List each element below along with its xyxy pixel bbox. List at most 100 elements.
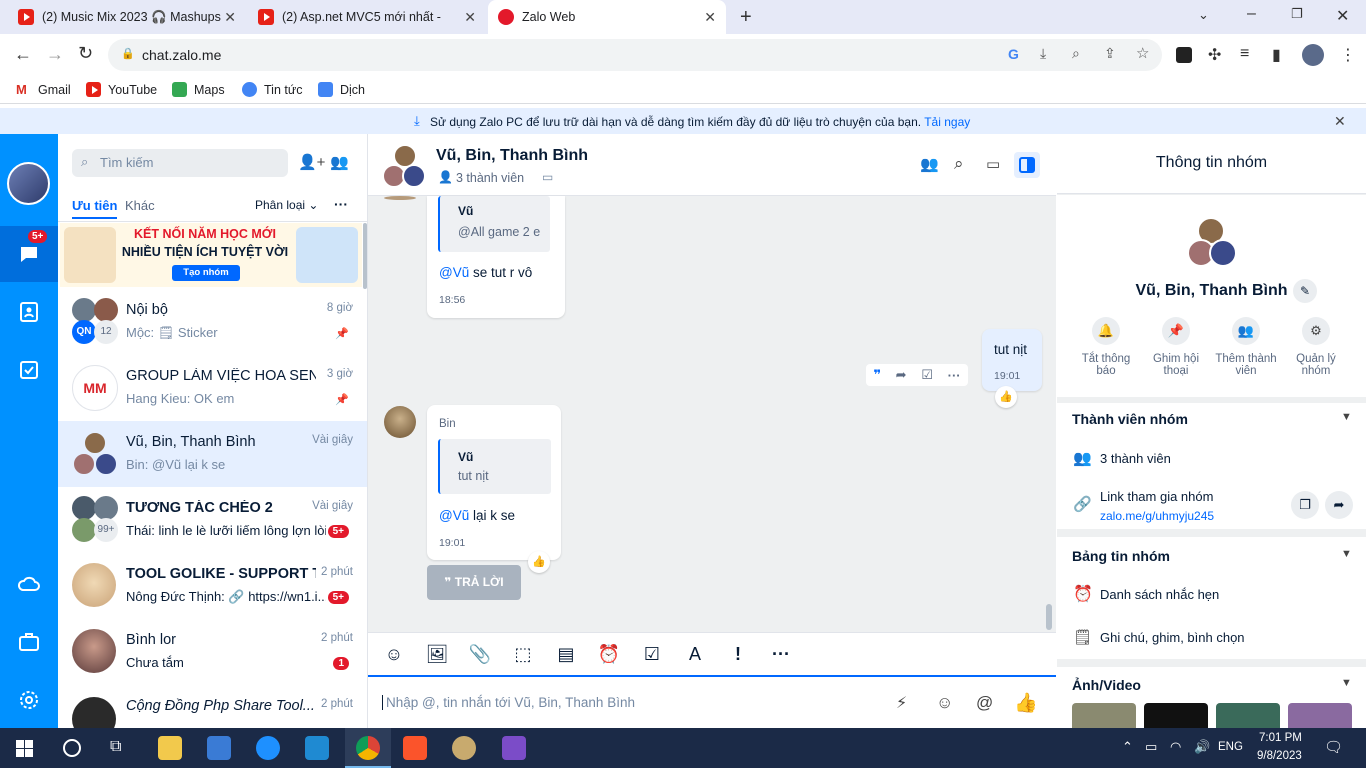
- conversation-item[interactable]: Bình lor Chưa tắm 2 phút 1: [58, 619, 367, 685]
- search-input[interactable]: ⌕ Tìm kiếm: [72, 149, 288, 177]
- chevron-up-icon[interactable]: ⌃: [1122, 739, 1133, 755]
- tab-other[interactable]: Khác: [125, 198, 155, 213]
- clock-time[interactable]: 7:01 PM: [1259, 732, 1302, 744]
- minimize-icon[interactable]: –: [1247, 5, 1256, 23]
- board-item[interactable]: Danh sách nhắc hẹn: [1100, 587, 1219, 602]
- conversation-item[interactable]: Cộng Đồng Php Share Tool... 2 phút: [58, 685, 367, 728]
- sticker-icon[interactable]: ☺: [382, 644, 406, 668]
- contact-card-icon[interactable]: ▤: [554, 644, 578, 668]
- action-pin[interactable]: 📌 Ghim hội thoại: [1145, 317, 1207, 377]
- screenshot-icon[interactable]: ⬚: [511, 644, 535, 668]
- nav-messages[interactable]: 5+: [0, 226, 58, 282]
- more-icon[interactable]: ···: [948, 368, 961, 383]
- bookmark-maps[interactable]: Maps: [172, 82, 225, 97]
- members-title[interactable]: Thành viên nhóm: [1072, 411, 1188, 427]
- classify-dropdown[interactable]: Phân loại ⌄: [255, 198, 318, 212]
- nav-tools[interactable]: [0, 614, 58, 670]
- browser-tab-zalo[interactable]: Zalo Web ✕: [488, 0, 726, 34]
- address-bar[interactable]: 🔒 chat.zalo.me G ⤓ ⌕ ⇪ ☆: [108, 39, 1162, 71]
- board-item[interactable]: Ghi chú, ghim, bình chọn: [1100, 630, 1245, 645]
- action-add-member[interactable]: 👥 Thêm thành viên: [1215, 317, 1277, 377]
- action-mute[interactable]: 🔔 Tắt thông báo: [1075, 317, 1137, 377]
- search-icon[interactable]: ⌕: [954, 154, 964, 174]
- close-banner-icon[interactable]: ✕: [1334, 113, 1346, 130]
- bookmark-news[interactable]: Tin tức: [242, 82, 302, 97]
- wifi-icon[interactable]: ◠: [1170, 739, 1181, 755]
- vscode-icon[interactable]: [305, 736, 329, 760]
- league-icon[interactable]: [452, 736, 476, 760]
- message-bubble[interactable]: Bin Vũ tut nịt @Vũ lại k se 19:01: [427, 405, 561, 560]
- nav-contacts[interactable]: [0, 284, 58, 340]
- media-thumbnail[interactable]: [1288, 703, 1352, 728]
- board-title[interactable]: Bảng tin nhóm: [1072, 548, 1170, 564]
- task-icon[interactable]: ☑: [640, 644, 664, 668]
- message-input[interactable]: Nhập @, tin nhắn tới Vũ, Bin, Thanh Bình…: [368, 677, 1056, 728]
- urgent-icon[interactable]: !: [726, 644, 750, 668]
- nav-settings[interactable]: [0, 672, 58, 728]
- quoted-message[interactable]: Vũ @All game 2 e: [438, 196, 550, 252]
- edit-icon[interactable]: ✎: [1293, 279, 1317, 303]
- conversation-item-selected[interactable]: Vũ, Bin, Thanh Bình Bin: @Vũ lại k se Và…: [58, 421, 367, 487]
- chat-title[interactable]: Vũ, Bin, Thanh Bình: [436, 147, 588, 165]
- download-link[interactable]: Tải ngay: [924, 115, 970, 129]
- nav-cloud[interactable]: [0, 556, 58, 612]
- reload-icon[interactable]: ↻: [78, 43, 93, 64]
- volume-icon[interactable]: 🔊: [1194, 739, 1210, 755]
- store-icon[interactable]: [207, 736, 231, 760]
- media-thumbnail[interactable]: [1216, 703, 1280, 728]
- clock-date[interactable]: 9/8/2023: [1257, 750, 1302, 762]
- profile-avatar[interactable]: [1302, 44, 1324, 66]
- tab-priority[interactable]: Ưu tiên: [72, 198, 118, 219]
- file-explorer-icon[interactable]: [158, 736, 182, 760]
- more-icon[interactable]: ···: [334, 196, 348, 212]
- install-icon[interactable]: ⤓: [1040, 45, 1046, 62]
- caret-down-icon[interactable]: ▼: [1341, 548, 1352, 560]
- create-group-button[interactable]: Tạo nhóm: [172, 265, 240, 281]
- chrome-taskbar-button[interactable]: [345, 728, 391, 768]
- restore-icon[interactable]: ❐: [1291, 6, 1303, 22]
- reply-button[interactable]: ❞ TRẢ LỜI: [427, 565, 521, 600]
- google-icon[interactable]: G: [1008, 46, 1019, 62]
- quoted-message[interactable]: Vũ tut nịt: [438, 439, 551, 494]
- language-indicator[interactable]: ENG: [1218, 741, 1243, 753]
- zoom-icon[interactable]: ⌕: [1072, 45, 1080, 62]
- scrollbar[interactable]: [363, 223, 367, 289]
- browser-tab-music[interactable]: (2) Music Mix 2023 🎧 Mashups ✕: [8, 0, 246, 34]
- quick-message-icon[interactable]: ⚡: [896, 693, 907, 713]
- bookmark-translate[interactable]: Dịch: [318, 82, 365, 97]
- members-count[interactable]: 3 thành viên: [1100, 451, 1171, 466]
- action-manage[interactable]: ⚙ Quản lý nhóm: [1285, 317, 1347, 377]
- nav-todo[interactable]: [0, 342, 58, 398]
- chevron-down-icon[interactable]: ⌄: [1198, 7, 1209, 23]
- emoji-icon[interactable]: ☺: [936, 693, 953, 713]
- mention[interactable]: @Vũ: [439, 508, 469, 523]
- new-tab-icon[interactable]: +: [740, 6, 752, 29]
- message-bubble[interactable]: Vũ @All game 2 e @Vũ se tut r vô 18:56: [427, 196, 565, 318]
- close-icon[interactable]: ✕: [464, 9, 476, 26]
- text-format-icon[interactable]: A: [683, 644, 707, 668]
- share-icon[interactable]: ⇪: [1104, 45, 1116, 62]
- task-icon[interactable]: ☑: [921, 367, 933, 383]
- visual-studio-icon[interactable]: [502, 736, 526, 760]
- side-panel-icon[interactable]: ▮: [1272, 45, 1281, 65]
- task-view-icon[interactable]: ⧉: [110, 738, 121, 756]
- window-close-icon[interactable]: ✕: [1336, 6, 1349, 26]
- member-count[interactable]: 3 thành viên: [456, 171, 524, 185]
- invite-link[interactable]: zalo.me/g/uhmyju245: [1100, 509, 1214, 523]
- reminder-icon[interactable]: ⏰: [597, 644, 621, 668]
- forward-icon[interactable]: ➦: [896, 367, 907, 383]
- search-icon[interactable]: [63, 739, 81, 757]
- notifications-icon[interactable]: 🗨: [1324, 738, 1343, 756]
- copy-icon[interactable]: ❐: [1291, 491, 1319, 519]
- tag-icon[interactable]: ▭: [542, 170, 553, 184]
- add-member-icon[interactable]: 👥: [920, 155, 939, 173]
- caret-down-icon[interactable]: ▼: [1341, 411, 1352, 423]
- caret-down-icon[interactable]: ▼: [1341, 677, 1352, 689]
- more-icon[interactable]: ···: [769, 644, 793, 668]
- bookmark-youtube[interactable]: YouTube: [86, 82, 157, 97]
- my-message-bubble[interactable]: tut nịt 19:01: [982, 329, 1042, 391]
- share-icon[interactable]: ➦: [1325, 491, 1353, 519]
- promo-banner[interactable]: KẾT NỐI NĂM HỌC MỚI NHIỀU TIỆN ÍCH TUYỆT…: [60, 223, 362, 287]
- mention-icon[interactable]: @: [976, 693, 993, 713]
- user-avatar[interactable]: [7, 162, 50, 205]
